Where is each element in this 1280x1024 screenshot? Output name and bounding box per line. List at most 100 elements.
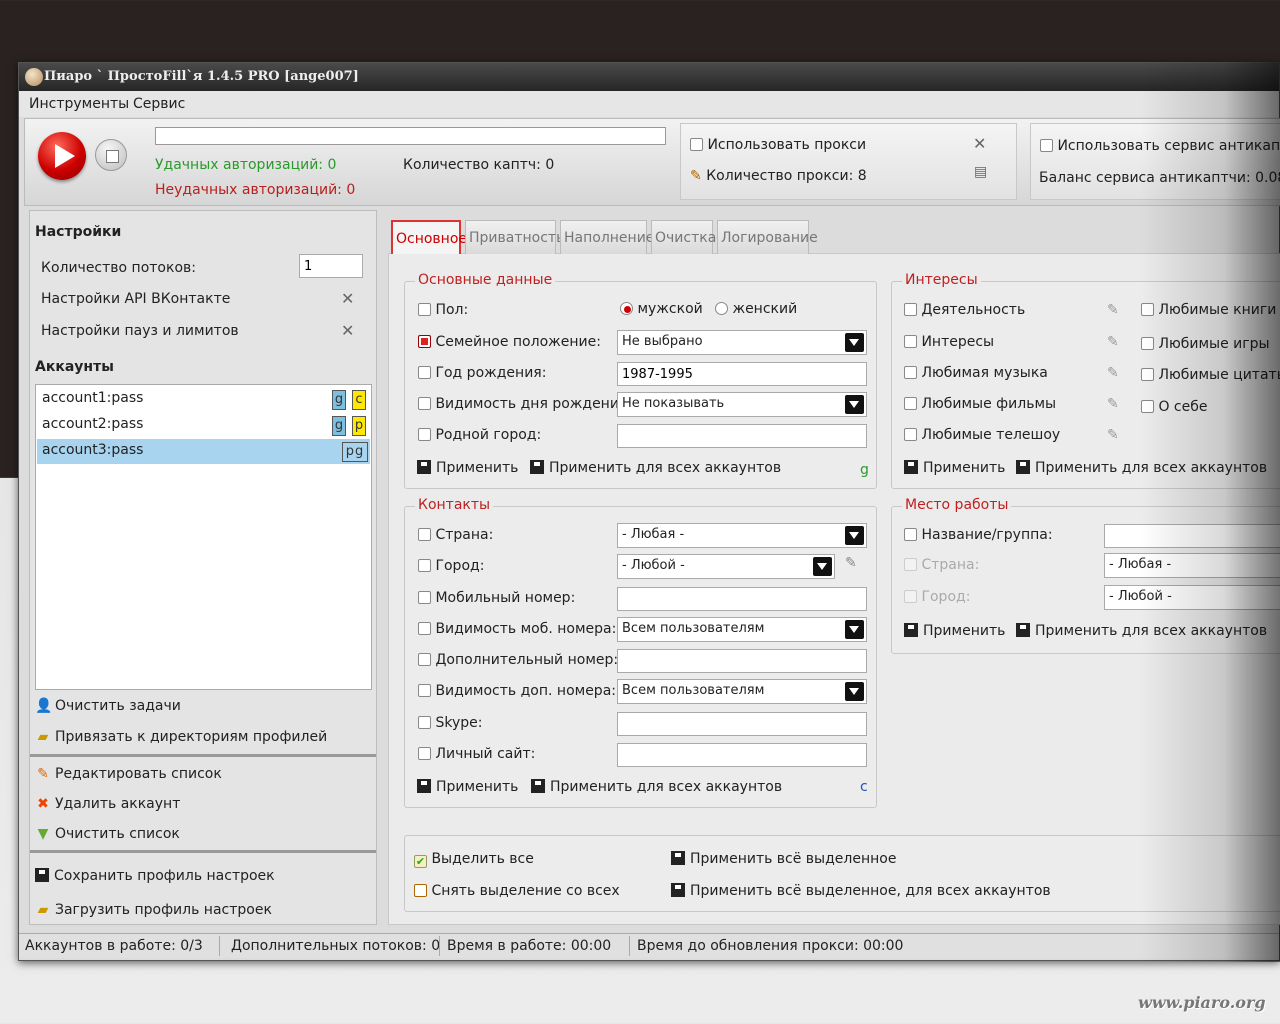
male-radio[interactable] xyxy=(620,302,633,315)
edit-list-button[interactable]: ✎ Редактировать список xyxy=(35,766,222,782)
bday-visibility-select[interactable]: Не показывать xyxy=(617,392,867,417)
hometown-checkbox[interactable] xyxy=(418,428,431,441)
start-button[interactable] xyxy=(38,132,86,180)
work-name-checkbox[interactable] xyxy=(904,528,917,541)
save-profile-button[interactable]: Сохранить профиль настроек xyxy=(35,868,275,884)
gender-checkbox[interactable] xyxy=(418,303,431,316)
mobile-input[interactable] xyxy=(617,587,867,611)
activity-checkbox[interactable] xyxy=(904,303,917,316)
clear-list-button[interactable]: ▼ Очистить список xyxy=(35,826,180,842)
edit-activity-icon[interactable]: ✎ xyxy=(1107,302,1119,318)
proxy-settings-icon[interactable]: ✕ xyxy=(973,134,986,153)
clear-tasks-button[interactable]: 👤 Очистить задачи xyxy=(35,698,181,714)
proxy-list-icon[interactable]: ▤ xyxy=(974,164,987,180)
edit-interests-icon[interactable]: ✎ xyxy=(1107,334,1119,350)
apply-selected-all-button[interactable]: Применить всё выделенное, для всех аккау… xyxy=(671,883,1051,899)
use-anticaptcha-checkbox[interactable] xyxy=(1040,139,1053,152)
pause-settings-tools-icon[interactable]: ✕ xyxy=(341,321,354,340)
city-select[interactable]: - Любой - xyxy=(617,554,835,579)
work-apply-button[interactable]: Применить xyxy=(904,623,1005,639)
interests-apply-all-button[interactable]: Применить для всех аккаунтов xyxy=(1016,460,1267,476)
bind-dirs-button[interactable]: ▰ Привязать к директориям профилей xyxy=(35,729,328,745)
mobile-checkbox[interactable] xyxy=(418,591,431,604)
marital-select[interactable]: Не выбрано xyxy=(617,330,867,355)
skype-checkbox[interactable] xyxy=(418,716,431,729)
account-row[interactable]: account2:pass gp xyxy=(37,413,370,438)
deselect-all-button[interactable]: Снять выделение со всех xyxy=(414,883,620,899)
extra-phone-checkbox[interactable] xyxy=(418,653,431,666)
tvshows-checkbox[interactable] xyxy=(904,428,917,441)
female-option[interactable]: женский xyxy=(715,301,797,317)
female-radio[interactable] xyxy=(715,302,728,315)
basic-apply-button[interactable]: Применить xyxy=(417,460,518,476)
apply-selected-button[interactable]: Применить всё выделенное xyxy=(671,851,896,867)
use-anticaptcha-option[interactable]: Использовать сервис антикаптчи xyxy=(1040,138,1280,154)
mobile-vis-checkbox[interactable] xyxy=(418,622,431,635)
threads-input[interactable] xyxy=(299,254,363,278)
bday-visibility-checkbox[interactable] xyxy=(418,397,431,410)
games-checkbox[interactable] xyxy=(1141,337,1154,350)
books-checkbox[interactable] xyxy=(1141,303,1154,316)
work-city-checkbox[interactable] xyxy=(904,590,917,603)
movies-checkbox[interactable] xyxy=(904,397,917,410)
edit-proxy-icon[interactable]: ✎ xyxy=(690,168,702,184)
tab-logging[interactable]: Логирование xyxy=(717,220,818,254)
interests-apply-button[interactable]: Применить xyxy=(904,460,1005,476)
account-row[interactable]: account1:pass gc xyxy=(37,387,370,412)
birth-year-input[interactable] xyxy=(617,362,867,386)
mobile-vis-label: Видимость моб. номера: xyxy=(435,621,617,637)
tab-basic[interactable]: Основное xyxy=(391,220,467,254)
site-checkbox[interactable] xyxy=(418,747,431,760)
quotes-checkbox[interactable] xyxy=(1141,368,1154,381)
api-settings-tools-icon[interactable]: ✕ xyxy=(341,289,354,308)
load-profile-button[interactable]: ▰ Загрузить профиль настроек xyxy=(35,902,272,918)
stop-button[interactable] xyxy=(95,139,127,171)
country-select[interactable]: - Любая - xyxy=(617,523,867,548)
hometown-input[interactable] xyxy=(617,424,867,448)
accounts-list[interactable]: account1:pass gc account2:pass gp accoun… xyxy=(35,384,372,690)
work-apply-all-button[interactable]: Применить для всех аккаунтов xyxy=(1016,623,1267,639)
account-row-selected[interactable]: account3:pass pg xyxy=(37,439,370,464)
marital-checkbox[interactable] xyxy=(418,335,431,348)
hometown-label: Родной город: xyxy=(435,427,542,443)
mobile-vis-select[interactable]: Всем пользователям xyxy=(617,617,867,642)
music-checkbox[interactable] xyxy=(904,366,917,379)
contacts-apply-button[interactable]: Применить xyxy=(417,779,518,795)
delete-account-button[interactable]: ✖ Удалить аккаунт xyxy=(35,796,180,812)
basic-apply-all-button[interactable]: Применить для всех аккаунтов xyxy=(530,460,781,476)
extra-phone-input[interactable] xyxy=(617,649,867,673)
account-name: account3:pass xyxy=(42,442,144,458)
site-input[interactable] xyxy=(617,743,867,767)
country-checkbox[interactable] xyxy=(418,528,431,541)
title-bar: Пиаро ` ПростоFill`я 1.4.5 PRO [ange007] xyxy=(19,63,1279,91)
extra-vis-checkbox[interactable] xyxy=(418,684,431,697)
interests-apply-label: Применить xyxy=(923,460,1006,476)
tab-privacy[interactable]: Приватность xyxy=(465,220,564,254)
status-threads: Дополнительных потоков: 0 xyxy=(231,938,441,954)
edit-city-pencil-icon[interactable]: ✎ xyxy=(845,555,857,571)
birth-year-checkbox[interactable] xyxy=(418,366,431,379)
work-city-select[interactable]: - Любой - xyxy=(1104,585,1280,610)
marital-label: Семейное положение: xyxy=(435,334,601,350)
work-country-select[interactable]: - Любая - xyxy=(1104,553,1280,578)
use-proxy-option[interactable]: Использовать прокси xyxy=(690,137,866,153)
tab-content-fill[interactable]: Наполнение xyxy=(560,220,654,254)
work-country-checkbox[interactable] xyxy=(904,558,917,571)
menu-service[interactable]: Сервис xyxy=(133,96,185,112)
city-checkbox[interactable] xyxy=(418,559,431,572)
about-checkbox[interactable] xyxy=(1141,400,1154,413)
use-proxy-checkbox[interactable] xyxy=(690,138,703,151)
interests-checkbox[interactable] xyxy=(904,335,917,348)
menu-tools[interactable]: Инструменты xyxy=(29,96,129,112)
select-all-button[interactable]: ✔ Выделить все xyxy=(414,851,534,868)
extra-vis-select[interactable]: Всем пользователям xyxy=(617,679,867,704)
tab-cleanup[interactable]: Очистка xyxy=(651,220,716,254)
edit-tvshows-icon[interactable]: ✎ xyxy=(1107,427,1119,443)
skype-input[interactable] xyxy=(617,712,867,736)
male-option[interactable]: мужской xyxy=(620,301,703,317)
work-name-input[interactable] xyxy=(1104,524,1280,548)
account-tag-basic: g xyxy=(355,444,365,459)
edit-music-icon[interactable]: ✎ xyxy=(1107,365,1119,381)
edit-movies-icon[interactable]: ✎ xyxy=(1107,396,1119,412)
contacts-apply-all-button[interactable]: Применить для всех аккаунтов xyxy=(531,779,782,795)
